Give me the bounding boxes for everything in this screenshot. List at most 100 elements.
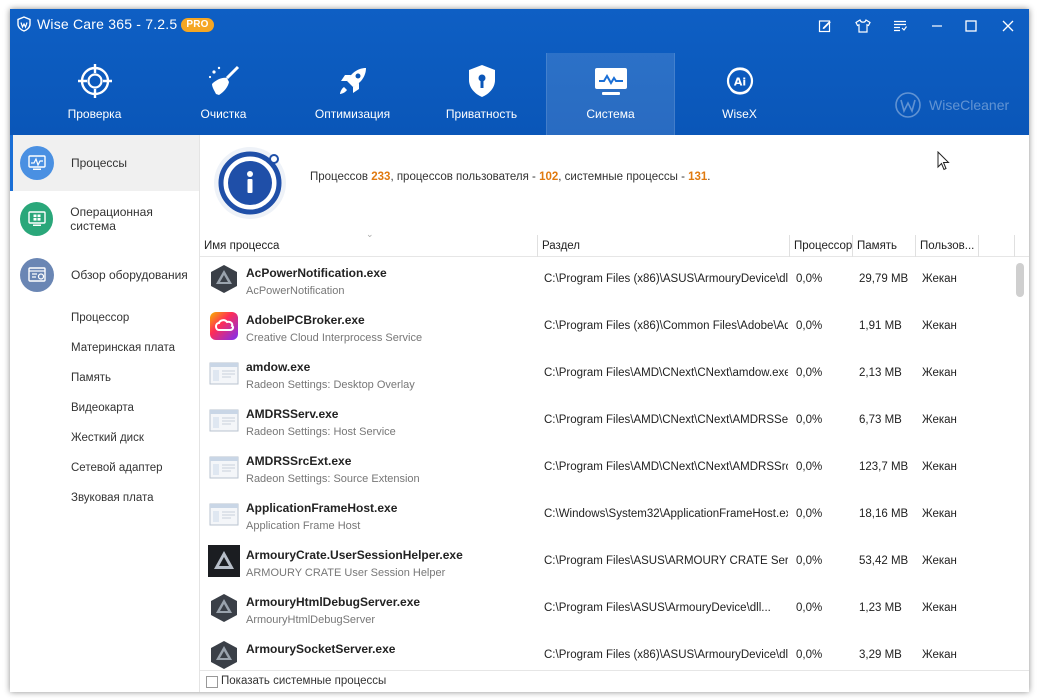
show-system-processes-checkbox[interactable] — [206, 676, 218, 688]
window-app-icon — [208, 404, 240, 436]
process-memory: 123,7 MB — [859, 461, 909, 473]
nav-system-label: Система — [586, 107, 635, 121]
process-name: AMDRSServ.exe — [246, 407, 339, 421]
edit-note-icon — [818, 20, 831, 33]
process-user: Жекан — [922, 508, 957, 520]
process-name: AMDRSSrcExt.exe — [246, 454, 352, 468]
process-user: Жекан — [922, 320, 957, 332]
header-user[interactable]: Пользов... — [916, 235, 979, 257]
sidebar-item-hardware[interactable]: Обзор оборудования — [10, 247, 199, 303]
process-path: C:\Program Files (x86)\Common Files\Adob… — [544, 320, 788, 332]
process-user: Жекан — [922, 649, 957, 661]
table-row[interactable]: amdow.exe Radeon Settings: Desktop Overl… — [200, 351, 1012, 398]
process-description: Radeon Settings: Host Service — [246, 426, 396, 438]
header-memory[interactable]: Память — [853, 235, 916, 257]
creative-cloud-icon — [208, 310, 240, 342]
process-cpu: 0,0% — [796, 320, 823, 332]
header-name[interactable]: Имя процесса — [200, 235, 538, 257]
nav-wisex[interactable]: Ai WiseX — [675, 53, 804, 135]
process-name: AcPowerNotification.exe — [246, 266, 387, 280]
process-name: AdobeIPCBroker.exe — [246, 313, 365, 327]
table-row[interactable]: AdobeIPCBroker.exe Creative Cloud Interp… — [200, 304, 1012, 351]
hardware-icon — [20, 258, 54, 292]
header: Wise Care 365 - 7.2.5 PRO Проверка Очист… — [10, 9, 1029, 135]
table-scrollbar[interactable] — [1014, 257, 1026, 670]
sidebar-sub-cpu[interactable]: Процессор — [10, 303, 199, 333]
sidebar-sub-motherboard[interactable]: Материнская плата — [10, 333, 199, 363]
broom-icon — [208, 65, 239, 95]
crosshair-icon — [77, 64, 112, 98]
process-summary: Процессов 233, процессов пользователя - … — [310, 171, 711, 183]
process-description: ArmouryHtmlDebugServer — [246, 614, 375, 626]
app-logo-icon — [17, 16, 31, 32]
info-panel: Процессов 233, процессов пользователя - … — [200, 135, 1029, 231]
show-system-processes-label[interactable]: Показать системные процессы — [221, 675, 386, 687]
shield-lock-icon — [468, 65, 495, 97]
skin-button[interactable] — [854, 17, 872, 35]
table-row[interactable]: ArmourySocketServer.exe C:\Program Files… — [200, 633, 1012, 670]
title-bar: Wise Care 365 - 7.2.5 PRO — [10, 9, 1029, 43]
header-cpu[interactable]: Процессор — [790, 235, 853, 257]
nav-clean[interactable]: Очистка — [159, 53, 288, 135]
process-memory: 1,23 MB — [859, 602, 902, 614]
process-user: Жекан — [922, 555, 957, 567]
maximize-button[interactable] — [962, 17, 980, 35]
minimize-button[interactable] — [928, 17, 946, 35]
windows-icon — [20, 202, 54, 236]
table-row[interactable]: AMDRSServ.exe Radeon Settings: Host Serv… — [200, 398, 1012, 445]
sidebar-sub-sound[interactable]: Звуковая плата — [10, 483, 199, 513]
process-user: Жекан — [922, 414, 957, 426]
window-app-icon — [208, 498, 240, 530]
nav-clean-label: Очистка — [200, 107, 247, 121]
process-path: C:\Windows\System32\ApplicationFrameHost… — [544, 508, 788, 520]
process-user: Жекан — [922, 273, 957, 285]
sidebar-item-processes[interactable]: Процессы — [10, 135, 199, 191]
process-path: C:\Program Files\AMD\CNext\CNext\amdow.e… — [544, 367, 788, 379]
brand-text: WiseCleaner — [929, 97, 1010, 113]
process-name: ArmouryCrate.UserSessionHelper.exe — [246, 548, 463, 562]
nav-system[interactable]: Система — [546, 53, 675, 135]
process-memory: 29,79 MB — [859, 273, 909, 285]
sidebar-sub-gpu[interactable]: Видеокарта — [10, 393, 199, 423]
hardware-sub-list: Процессор Материнская плата Память Видео… — [10, 303, 199, 513]
process-memory: 6,73 MB — [859, 414, 902, 426]
process-memory: 18,16 MB — [859, 508, 909, 520]
process-name: amdow.exe — [246, 360, 311, 374]
svg-text:Ai: Ai — [733, 76, 745, 89]
user-label: , процессов пользователя - — [390, 171, 536, 183]
table-row[interactable]: AcPowerNotification.exe AcPowerNotificat… — [200, 257, 1012, 304]
summary-end: . — [707, 171, 711, 183]
table-row[interactable]: ArmouryCrate.UserSessionHelper.exe ARMOU… — [200, 539, 1012, 586]
sidebar: Процессы Операционная система Обзор обор… — [10, 135, 200, 692]
nav-optimize[interactable]: Оптимизация — [288, 53, 417, 135]
system-process-count: 131 — [688, 171, 708, 183]
scrollbar-thumb[interactable] — [1016, 263, 1024, 297]
armoury-icon — [208, 592, 240, 624]
header-path[interactable]: Раздел — [538, 235, 790, 257]
ai-icon: Ai — [726, 67, 753, 95]
process-cpu: 0,0% — [796, 367, 823, 379]
nav-optimize-label: Оптимизация — [314, 107, 391, 121]
wisecleaner-brand: WiseCleaner — [893, 90, 1009, 120]
nav-check[interactable]: Проверка — [30, 53, 159, 135]
sidebar-sub-disk[interactable]: Жесткий диск — [10, 423, 199, 453]
process-memory: 53,42 MB — [859, 555, 909, 567]
sidebar-item-os[interactable]: Операционная система — [10, 191, 199, 247]
table-row[interactable]: AMDRSSrcExt.exe Radeon Settings: Source … — [200, 445, 1012, 492]
table-row[interactable]: ApplicationFrameHost.exe Application Fra… — [200, 492, 1012, 539]
app-title-text: Wise Care 365 - 7.2.5 — [37, 16, 178, 32]
process-description: Radeon Settings: Desktop Overlay — [246, 379, 415, 391]
maximize-icon — [965, 20, 977, 32]
sidebar-sub-memory[interactable]: Память — [10, 363, 199, 393]
menu-button[interactable] — [891, 17, 909, 35]
app-title: Wise Care 365 - 7.2.5 PRO — [37, 16, 214, 32]
nav-privacy[interactable]: Приватность — [417, 53, 546, 135]
armoury-crate-icon — [208, 545, 240, 577]
table-row[interactable]: ArmouryHtmlDebugServer.exe ArmouryHtmlDe… — [200, 586, 1012, 633]
close-button[interactable] — [999, 17, 1017, 35]
nav-privacy-label: Приватность — [445, 107, 518, 121]
process-cpu: 0,0% — [796, 555, 823, 567]
sidebar-sub-network[interactable]: Сетевой адаптер — [10, 453, 199, 483]
window-app-icon — [208, 357, 240, 389]
feedback-button[interactable] — [816, 17, 834, 35]
